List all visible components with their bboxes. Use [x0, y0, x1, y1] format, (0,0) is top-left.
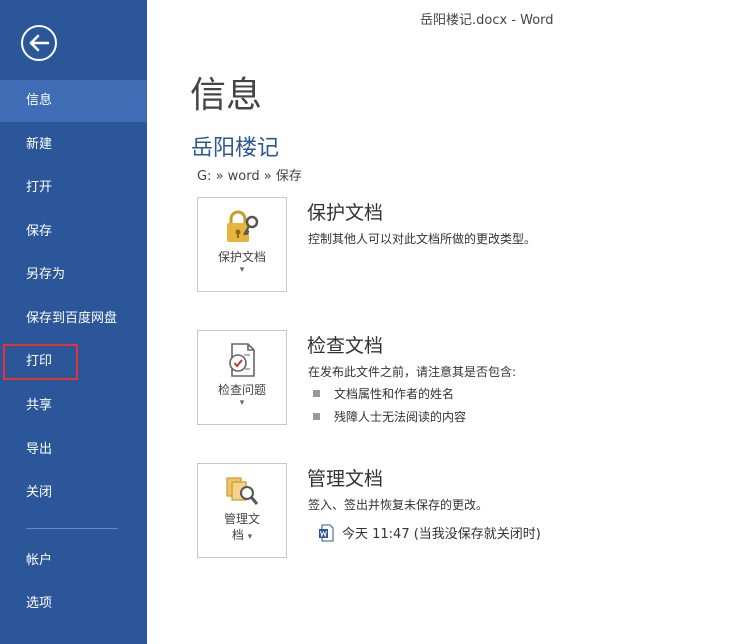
- nav-item-options[interactable]: 选项: [0, 583, 147, 625]
- manage-section-desc: 签入、签出并恢复未保存的更改。: [308, 498, 489, 512]
- manage-card-label: 管理文: [223, 512, 260, 526]
- check-issues-button[interactable]: 检查问题 ▾: [197, 330, 287, 425]
- nav-item-save[interactable]: 保存: [0, 211, 147, 253]
- nav-item-save-as[interactable]: 另存为: [0, 254, 147, 296]
- nav-divider: [26, 528, 118, 529]
- version-entry[interactable]: 今天 11:47 (当我没保存就关闭时): [318, 523, 541, 542]
- protect-section-desc: 控制其他人可以对此文档所做的更改类型。: [308, 232, 537, 246]
- bullet-icon: [313, 413, 320, 420]
- version-entry-text: 今天 11:47 (当我没保存就关闭时): [342, 527, 541, 542]
- bullet-icon: [313, 390, 320, 397]
- lock-key-icon: [227, 210, 259, 242]
- print-highlight-box: [3, 344, 78, 380]
- inspect-bullet-item: 文档属性和作者的姓名: [313, 385, 454, 402]
- word-document-icon: [319, 524, 334, 542]
- nav-item-open[interactable]: 打开: [0, 167, 147, 209]
- window-title: 岳阳楼记.docx - Word: [420, 13, 554, 28]
- manage-card-label-line2: 档 ▾: [231, 528, 253, 542]
- chevron-down-icon: ▾: [239, 398, 245, 408]
- chevron-down-icon: ▾: [239, 265, 245, 275]
- backstage-sidebar: 信息 新建 打开 保存 另存为 保存到百度网盘 打印 共享 导出 关闭 帐户 选…: [0, 0, 147, 644]
- inspect-bullet-text: 文档属性和作者的姓名: [334, 387, 455, 401]
- document-title: 岳阳楼记: [191, 136, 280, 161]
- nav-item-close[interactable]: 关闭: [0, 472, 147, 514]
- protect-section-title: 保护文档: [307, 202, 384, 224]
- chevron-down-icon: ▾: [247, 532, 253, 542]
- nav-item-info[interactable]: 信息: [0, 80, 147, 122]
- inspect-bullet-item: 残障人士无法阅读的内容: [313, 408, 466, 425]
- document-path[interactable]: G: » word » 保存: [197, 165, 302, 184]
- inspect-section-title: 检查文档: [307, 335, 384, 357]
- nav-item-save-to-baidu[interactable]: 保存到百度网盘: [0, 298, 147, 340]
- manage-document-icon: [226, 477, 259, 505]
- nav-item-account[interactable]: 帐户: [0, 540, 147, 582]
- inspect-card-label: 检查问题: [217, 383, 266, 397]
- inspect-section-desc: 在发布此文件之前，请注意其是否包含:: [308, 365, 517, 379]
- manage-section-title: 管理文档: [307, 468, 384, 490]
- inspect-document-icon: [229, 343, 255, 377]
- nav-item-share[interactable]: 共享: [0, 385, 147, 427]
- nav-item-export[interactable]: 导出: [0, 429, 147, 471]
- protect-document-button[interactable]: 保护文档 ▾: [197, 197, 287, 292]
- back-arrow-icon[interactable]: [20, 24, 58, 62]
- manage-document-button[interactable]: 管理文 档 ▾: [197, 463, 287, 558]
- nav-item-new[interactable]: 新建: [0, 124, 147, 166]
- page-title: 信息: [190, 75, 263, 116]
- inspect-bullet-text: 残障人士无法阅读的内容: [334, 410, 467, 424]
- protect-card-label: 保护文档: [217, 250, 266, 264]
